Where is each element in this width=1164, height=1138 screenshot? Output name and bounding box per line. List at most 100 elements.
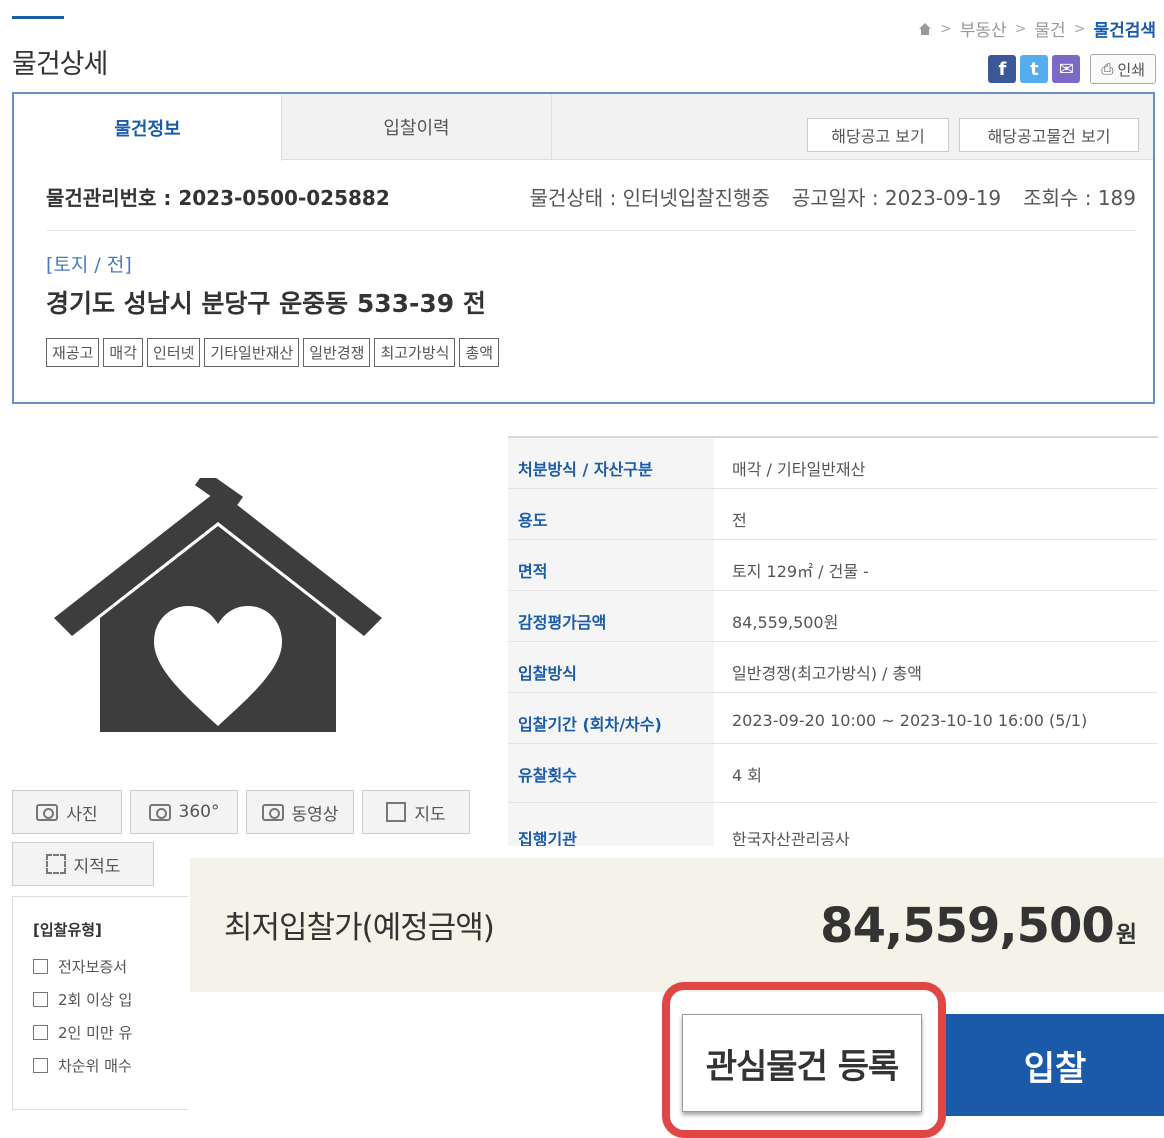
mail-share-icon[interactable]: ✉ xyxy=(1052,55,1081,83)
share-toolbar: f t ✉ ⎙ 인쇄 xyxy=(988,54,1156,84)
tag: 일반경쟁 xyxy=(303,338,371,367)
breadcrumb-current[interactable]: 물건검색 xyxy=(1093,16,1156,41)
media-buttons: 사진 360° 동영상 지도 xyxy=(12,790,470,834)
tag: 기타일반재산 xyxy=(204,338,300,367)
breadcrumb-separator: > xyxy=(940,20,952,37)
row-label: 감정평가금액 xyxy=(518,613,607,632)
row-value: 4 회 xyxy=(732,766,762,785)
minimum-bid-price-panel: 최저입찰가(예정금액) 84,559,500원 xyxy=(190,858,1164,992)
item-status: 물건상태 : 인터넷입찰진행중 xyxy=(529,186,770,210)
minimum-bid-price-label: 최저입찰가(예정금액) xyxy=(224,910,495,946)
row-value: 토지 129㎡ / 건물 - xyxy=(732,562,869,581)
table-row: 입찰방식 일반경쟁(최고가방식) / 총액 xyxy=(508,642,1158,692)
breadcrumb-separator: > xyxy=(1073,20,1086,37)
bid-type-title: [입찰유형] xyxy=(33,921,102,939)
row-label: 용도 xyxy=(518,511,548,530)
row-divider xyxy=(508,802,1158,803)
item-category: [토지 / 전] xyxy=(46,254,132,276)
title-accent-bar xyxy=(12,16,64,19)
bid-type-label: 차순위 매수 xyxy=(58,1057,132,1075)
table-row: 유찰횟수 4 회 xyxy=(508,744,1158,794)
grid-icon xyxy=(45,854,66,874)
camera-icon xyxy=(261,803,284,821)
checkbox[interactable] xyxy=(33,1058,48,1073)
checkbox[interactable] xyxy=(33,959,48,974)
bid-type-label: 2인 미만 유 xyxy=(58,1024,133,1042)
management-number: 물건관리번호 : 2023-0500-025882 xyxy=(46,186,390,210)
page-title: 물건상세 xyxy=(12,49,108,80)
print-button[interactable]: ⎙ 인쇄 xyxy=(1090,54,1156,84)
facebook-share-icon[interactable]: f xyxy=(988,55,1017,83)
row-value: 2023-09-20 10:00 ~ 2023-10-10 16:00 (5/1… xyxy=(732,711,1088,730)
table-row: 집행기관 한국자산관리공사 xyxy=(508,808,1158,846)
tab-item-info[interactable]: 물건정보 xyxy=(14,94,282,161)
breadcrumb-item-item[interactable]: 물건 xyxy=(1034,16,1065,41)
row-label: 입찰방식 xyxy=(518,664,577,683)
map-button[interactable]: 지도 xyxy=(362,790,470,834)
divider xyxy=(46,230,1136,231)
cadastral-label: 지적도 xyxy=(73,856,121,877)
row-value: 한국자산관리공사 xyxy=(732,830,850,846)
tab-bar: 물건정보 입찰이력 해당공고 보기 해당공고물건 보기 xyxy=(14,94,1153,161)
video-button[interactable]: 동영상 xyxy=(246,790,354,834)
row-label: 처분방식 / 자산구분 xyxy=(518,460,653,479)
breadcrumb: > 부동산 > 물건 > 물건검색 xyxy=(918,16,1156,41)
home-icon[interactable] xyxy=(918,22,932,35)
printer-icon: ⎙ xyxy=(1101,60,1114,78)
cadastral-map-button[interactable]: 지적도 xyxy=(12,842,154,886)
tag: 최고가방식 xyxy=(374,338,456,367)
house-heart-icon xyxy=(54,478,382,732)
bid-button[interactable]: 입찰 xyxy=(946,1014,1164,1116)
bid-type-panel: [입찰유형] 전자보증서 2회 이상 입 2인 미만 유 차순위 매수 xyxy=(12,896,188,1110)
row-value: 전 xyxy=(732,511,747,530)
breadcrumb-separator: > xyxy=(1014,20,1027,37)
table-row: 입찰기간 (회차/차수) 2023-09-20 10:00 ~ 2023-10-… xyxy=(508,693,1158,743)
item-address: 경기도 성남시 분당구 운중동 533-39 전 xyxy=(46,289,486,318)
tag: 인터넷 xyxy=(147,338,201,367)
camera-icon xyxy=(148,803,171,821)
bid-type-item: 전자보증서 xyxy=(33,950,188,983)
checkbox[interactable] xyxy=(33,1025,48,1040)
price-unit: 원 xyxy=(1115,922,1137,948)
row-label: 집행기관 xyxy=(518,830,577,846)
vr360-button[interactable]: 360° xyxy=(130,790,238,834)
camera-icon xyxy=(36,803,59,821)
bid-type-item: 2회 이상 입 xyxy=(33,983,188,1016)
tag: 매각 xyxy=(103,338,144,367)
row-value: 84,559,500원 xyxy=(732,613,839,632)
row-label: 입찰기간 (회차/차수) xyxy=(518,715,662,734)
tab-bid-history[interactable]: 입찰이력 xyxy=(282,94,552,160)
photo-label: 사진 xyxy=(66,804,98,825)
row-value: 매각 / 기타일반재산 xyxy=(732,460,866,479)
table-row: 처분방식 / 자산구분 매각 / 기타일반재산 xyxy=(508,438,1158,488)
view-notice-items-button[interactable]: 해당공고물건 보기 xyxy=(959,118,1139,152)
bid-type-item: 2인 미만 유 xyxy=(33,1016,188,1049)
view-notice-button[interactable]: 해당공고 보기 xyxy=(807,118,949,152)
bid-type-item: 차순위 매수 xyxy=(33,1049,188,1082)
twitter-share-icon[interactable]: t xyxy=(1020,55,1049,83)
table-row: 감정평가금액 84,559,500원 xyxy=(508,591,1158,641)
notice-date: 공고일자 : 2023-09-19 xyxy=(791,186,1002,210)
vr360-label: 360° xyxy=(178,802,220,822)
bid-type-label: 2회 이상 입 xyxy=(58,991,133,1009)
tag: 재공고 xyxy=(46,338,100,367)
view-count: 조회수 : 189 xyxy=(1023,186,1136,210)
price-amount: 84,559,500 xyxy=(820,898,1115,954)
row-label: 유찰횟수 xyxy=(518,766,577,785)
row-label: 면적 xyxy=(518,562,548,581)
photo-button[interactable]: 사진 xyxy=(12,790,122,834)
add-favorite-button[interactable]: 관심물건 등록 xyxy=(682,1014,922,1112)
video-label: 동영상 xyxy=(291,804,339,825)
table-row: 면적 토지 129㎡ / 건물 - xyxy=(508,540,1158,590)
row-value: 일반경쟁(최고가방식) / 총액 xyxy=(732,664,922,683)
tag: 총액 xyxy=(459,338,500,367)
print-label: 인쇄 xyxy=(1117,60,1145,79)
item-detail-table: 처분방식 / 자산구분 매각 / 기타일반재산 용도 전 면적 토지 129㎡ … xyxy=(508,436,1158,846)
item-tags: 재공고 매각 인터넷 기타일반재산 일반경쟁 최고가방식 총액 xyxy=(46,338,500,367)
table-row: 용도 전 xyxy=(508,489,1158,539)
map-label: 지도 xyxy=(414,804,446,825)
breadcrumb-item-realestate[interactable]: 부동산 xyxy=(960,16,1007,41)
checkbox[interactable] xyxy=(33,992,48,1007)
map-icon xyxy=(386,802,407,822)
item-info-box: 물건정보 입찰이력 해당공고 보기 해당공고물건 보기 물건관리번호 : 202… xyxy=(12,92,1155,404)
